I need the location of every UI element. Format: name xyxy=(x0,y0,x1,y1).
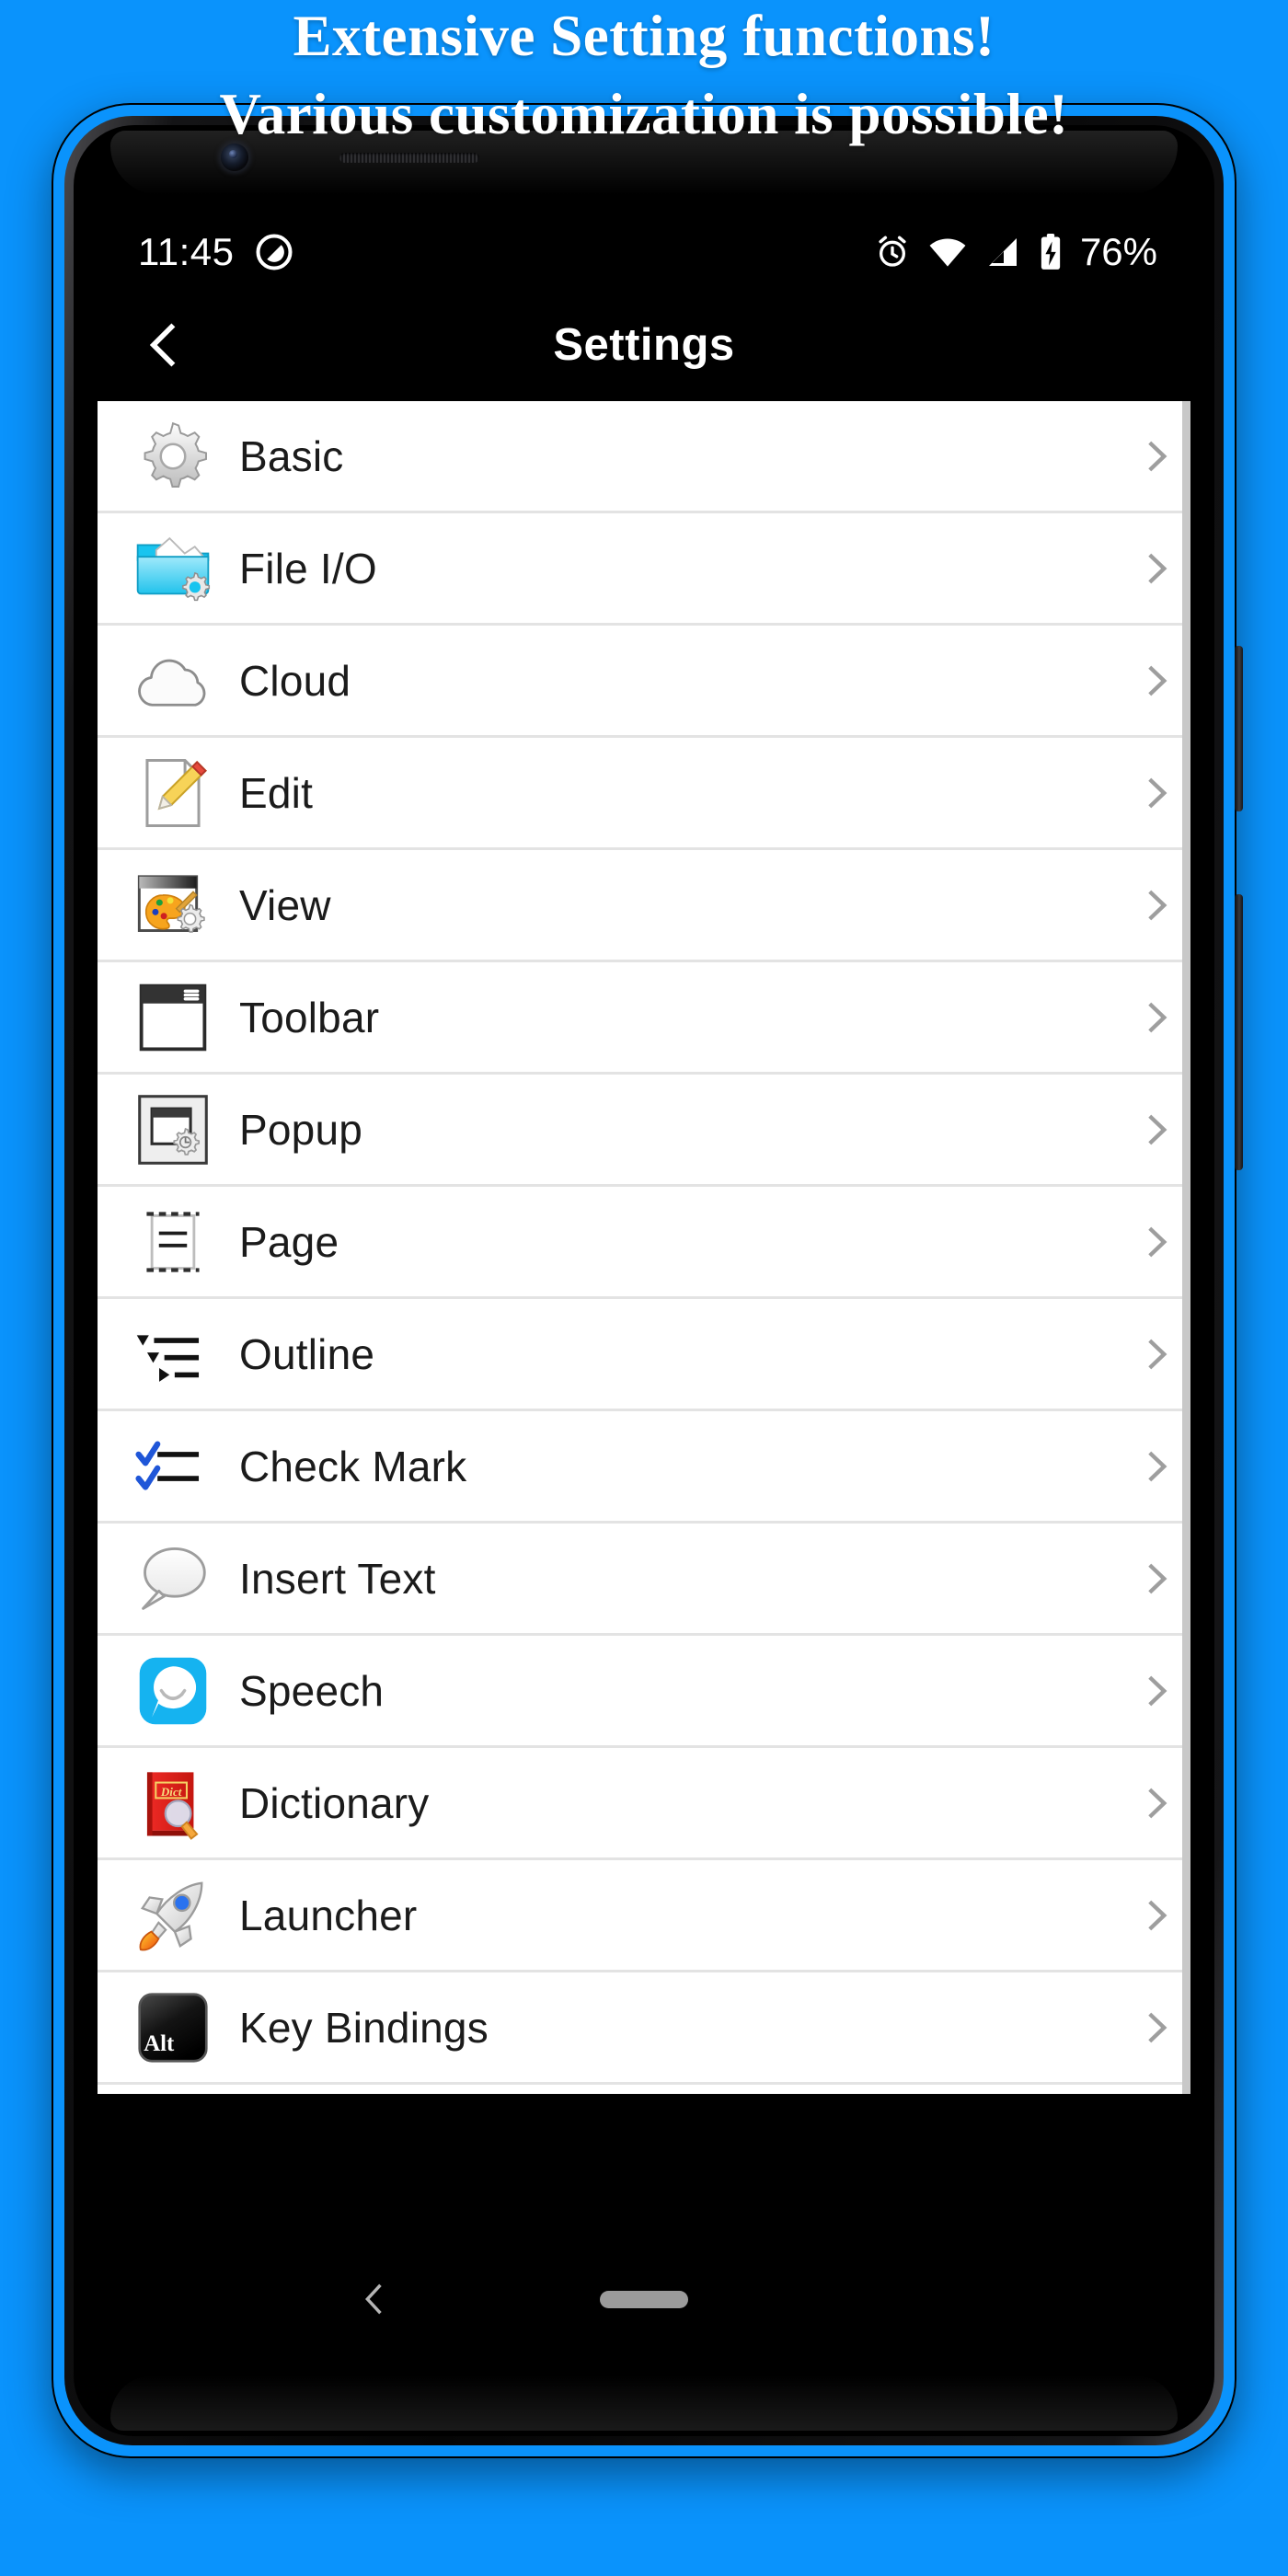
settings-row-label: Dictionary xyxy=(239,1778,430,1827)
chevron-right-icon xyxy=(1122,769,1190,817)
settings-row-label: Outline xyxy=(239,1329,375,1378)
settings-row-label: Insert Text xyxy=(239,1554,436,1603)
checkmark-list-icon xyxy=(125,1420,221,1512)
settings-row-label: Basic xyxy=(239,431,344,480)
chevron-right-icon xyxy=(1122,1106,1190,1154)
speech-app-icon xyxy=(125,1645,221,1737)
settings-row-basic[interactable]: Basic xyxy=(98,401,1190,513)
settings-row-label: Key Bindings xyxy=(239,2003,489,2052)
do-not-disturb-icon xyxy=(255,234,293,270)
settings-row-label: File I/O xyxy=(239,544,377,592)
window-menu-icon xyxy=(125,972,221,1064)
earpiece-speaker-grille-icon xyxy=(339,153,479,163)
settings-row-key-bindings[interactable]: Alt Key Bindings xyxy=(98,1972,1190,2085)
rocket-icon xyxy=(125,1869,221,1961)
battery-percentage-label: 76% xyxy=(1079,230,1157,273)
chevron-right-icon xyxy=(1122,881,1190,929)
alarm-clock-icon xyxy=(879,236,906,267)
settings-row-label: Page xyxy=(239,1217,339,1266)
speech-bubble-outline-icon xyxy=(125,1533,221,1625)
nav-back-chevron-icon[interactable] xyxy=(353,2272,394,2326)
settings-row-launcher[interactable]: Launcher xyxy=(98,1860,1190,1972)
settings-row-file-io[interactable]: File I/O xyxy=(98,513,1190,626)
settings-row-label: View xyxy=(239,880,331,929)
gear-icon xyxy=(125,410,221,502)
promo-headline-line-1: Extensive Setting functions! xyxy=(293,4,995,68)
settings-row-label: Launcher xyxy=(239,1891,418,1939)
page-pencil-icon xyxy=(125,747,221,839)
settings-row-page[interactable]: Page xyxy=(98,1187,1190,1299)
dictionary-book-icon: Dict xyxy=(125,1757,221,1849)
device-sensor-row xyxy=(74,131,1214,186)
page-title: Settings xyxy=(553,320,735,370)
settings-row-label: Edit xyxy=(239,768,314,817)
settings-row-label: Popup xyxy=(239,1105,363,1154)
settings-row-dictionary[interactable]: Dict Dictionary xyxy=(98,1748,1190,1860)
android-status-bar: 11:45 76% xyxy=(98,210,1190,294)
settings-row-label: Speech xyxy=(239,1666,385,1715)
settings-row-view[interactable]: View xyxy=(98,850,1190,962)
settings-row-speech[interactable]: Speech xyxy=(98,1636,1190,1748)
chevron-right-icon xyxy=(1122,545,1190,592)
settings-row-insert-text[interactable]: Insert Text xyxy=(98,1524,1190,1636)
power-button[interactable] xyxy=(1235,646,1243,811)
status-bar-left: 11:45 xyxy=(138,230,293,274)
settings-row-label: Cloud xyxy=(239,656,351,705)
window-palette-gear-icon xyxy=(125,859,221,951)
settings-row-outline[interactable]: Outline xyxy=(98,1299,1190,1411)
outline-tree-icon xyxy=(125,1308,221,1400)
chevron-right-icon xyxy=(1122,1218,1190,1266)
list-scrollbar[interactable] xyxy=(1182,401,1190,2094)
cloud-icon xyxy=(125,635,221,727)
status-bar-clock: 11:45 xyxy=(138,230,235,273)
chevron-right-icon xyxy=(1122,432,1190,480)
app-title-bar: Settings xyxy=(98,294,1190,396)
svg-text:Alt: Alt xyxy=(144,2030,175,2055)
chevron-right-icon xyxy=(1122,1892,1190,1939)
settings-row-popup[interactable]: Popup xyxy=(98,1075,1190,1187)
home-gesture-pill[interactable] xyxy=(600,2291,688,2308)
android-navigation-bar xyxy=(98,2245,1190,2353)
device-glass-front: 11:45 76% Settings Basic File I/O Cloud … xyxy=(74,125,1214,2436)
red-star-icon xyxy=(125,2094,221,2095)
phone-device-frame: 11:45 76% Settings Basic File I/O Cloud … xyxy=(52,103,1243,2458)
volume-rocker-button[interactable] xyxy=(1235,894,1243,1170)
settings-row-cloud[interactable]: Cloud xyxy=(98,626,1190,738)
alt-key-icon: Alt xyxy=(125,1982,221,2074)
phone-screen: 11:45 76% Settings Basic File I/O Cloud … xyxy=(98,210,1190,2353)
chevron-right-icon xyxy=(1122,1779,1190,1827)
bezel-gloss-bottom xyxy=(110,2375,1178,2431)
back-chevron-icon[interactable] xyxy=(138,319,190,371)
chevron-right-icon xyxy=(1122,1330,1190,1378)
chevron-right-icon xyxy=(1122,1443,1190,1490)
popup-window-gear-icon xyxy=(125,1084,221,1176)
page-lines-icon xyxy=(125,1196,221,1288)
chevron-right-icon xyxy=(1122,2004,1190,2052)
chevron-right-icon xyxy=(1122,1667,1190,1715)
settings-row-label: Check Mark xyxy=(239,1442,467,1490)
settings-list[interactable]: Basic File I/O Cloud Edit View Toolbar P… xyxy=(98,401,1190,2094)
settings-row-edit[interactable]: Edit xyxy=(98,738,1190,850)
settings-row-label: Toolbar xyxy=(239,993,380,1041)
folder-gear-icon xyxy=(125,523,221,615)
status-bar-right: 76% xyxy=(874,230,1157,274)
svg-text:Dict: Dict xyxy=(160,1784,182,1798)
chevron-right-icon xyxy=(1122,1555,1190,1603)
chevron-right-icon xyxy=(1122,994,1190,1041)
settings-row-toolbar[interactable]: Toolbar xyxy=(98,962,1190,1075)
front-camera-lens-icon xyxy=(221,144,248,171)
battery-charging-icon xyxy=(1041,234,1061,270)
chevron-right-icon xyxy=(1122,657,1190,705)
settings-row-partial[interactable] xyxy=(98,2085,1190,2094)
cellular-signal-icon xyxy=(988,238,1017,266)
settings-row-check-mark[interactable]: Check Mark xyxy=(98,1411,1190,1524)
wifi-icon xyxy=(929,238,966,267)
